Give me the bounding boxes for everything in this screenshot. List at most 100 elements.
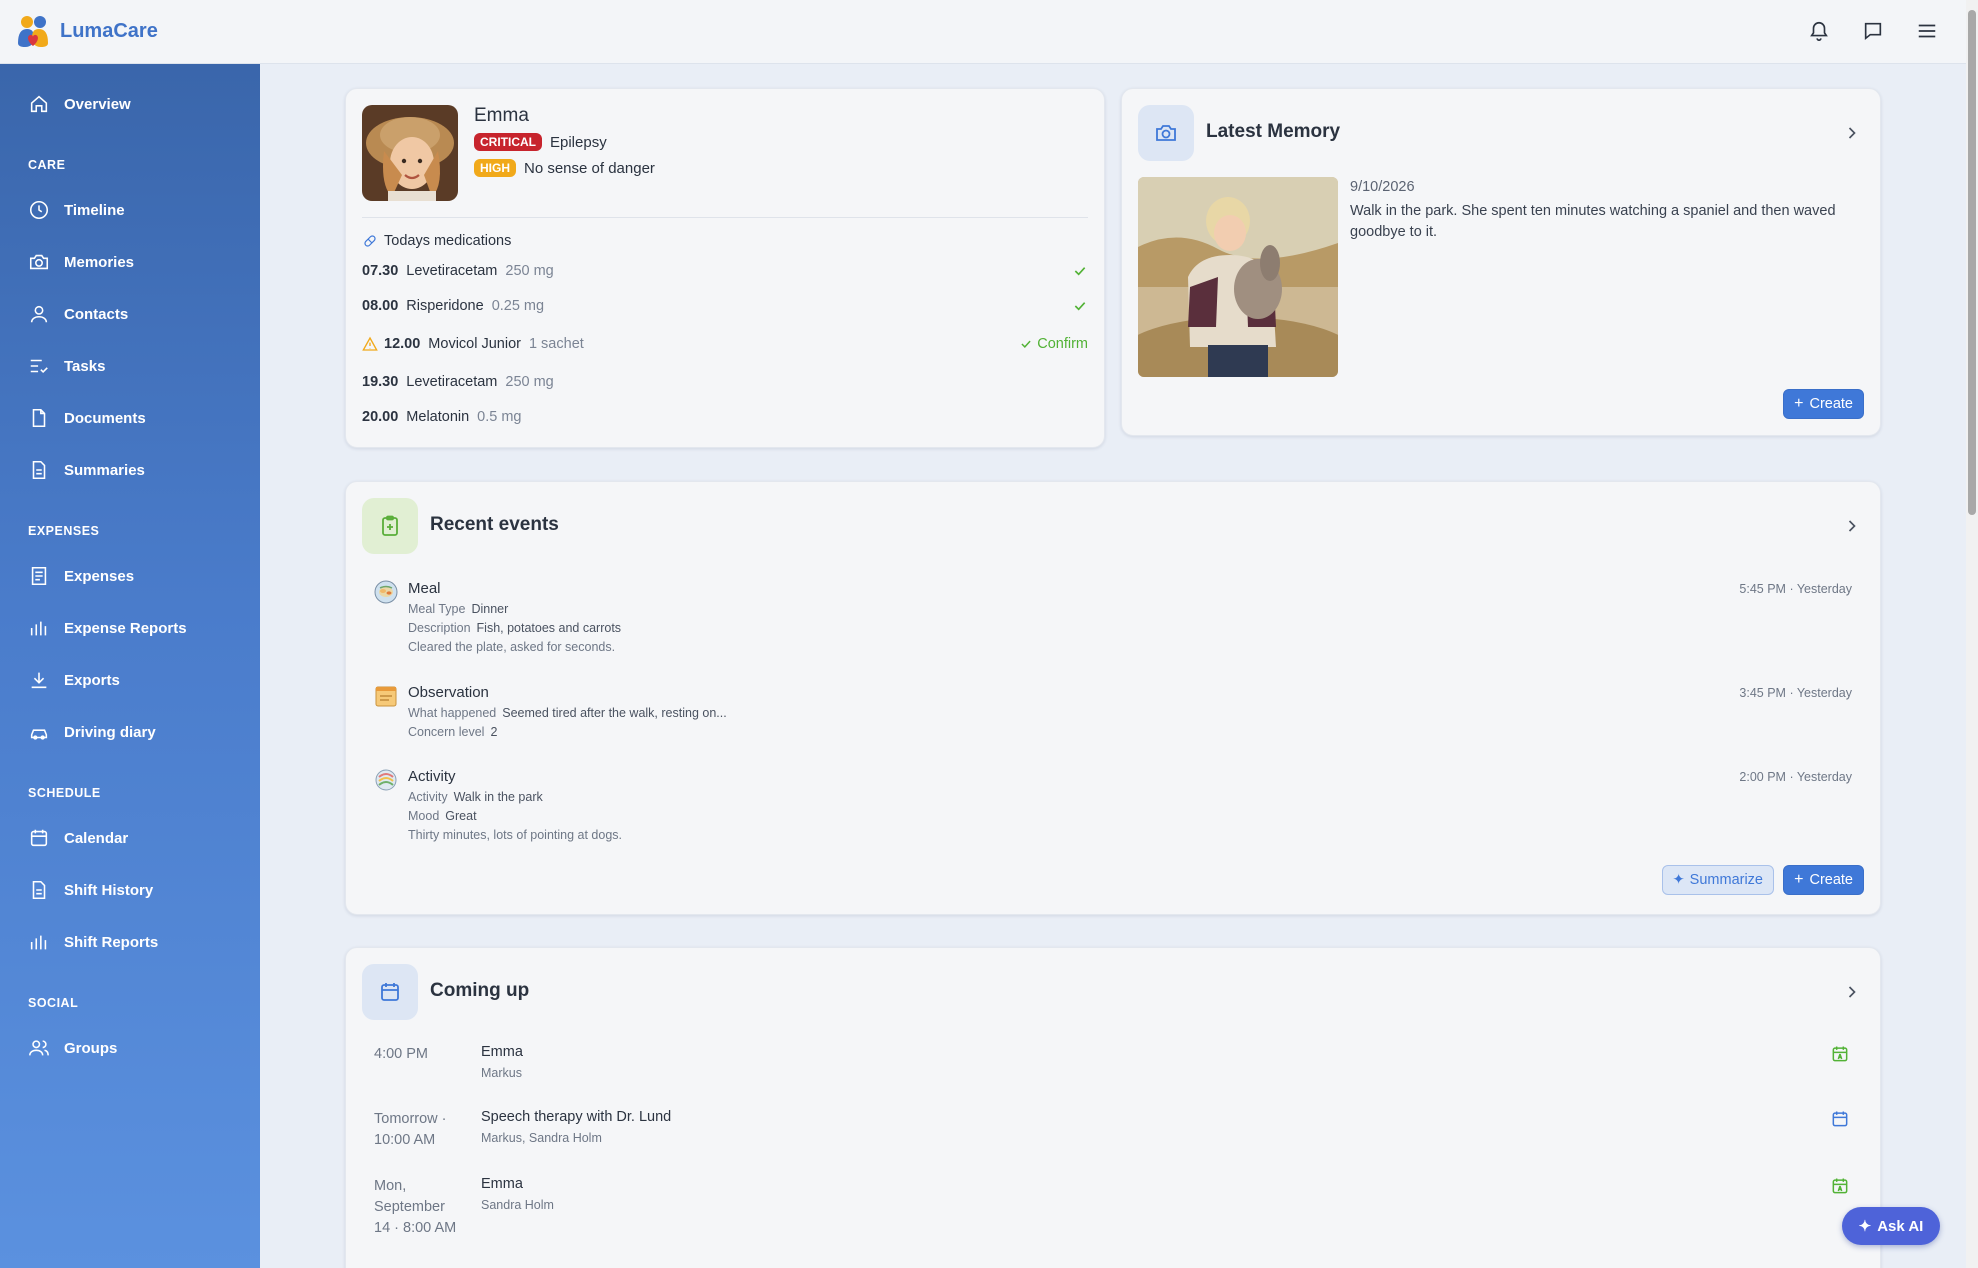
sidebar-item-label: Contacts: [64, 305, 129, 323]
med-dose: 1 sachet: [528, 336, 584, 352]
field-value: Dinner: [471, 602, 509, 616]
medication-row: 07.30 Levetiracetam 250 mg: [362, 260, 1088, 282]
med-dose: 0.25 mg: [491, 298, 545, 314]
upcoming-attendees: Markus, Sandra Holm: [481, 1131, 602, 1145]
upcoming-title[interactable]: Emma: [481, 1044, 523, 1060]
bell-icon[interactable]: [1804, 16, 1834, 46]
event-field: Concern level 2: [408, 725, 497, 739]
create-label: Create: [1809, 872, 1853, 888]
medications-header: Todays medications: [362, 233, 511, 249]
sidebar-item-exports[interactable]: Exports: [28, 662, 120, 698]
memory-date: 9/10/2026: [1350, 179, 1415, 195]
person-icon: [30, 305, 48, 323]
meal-icon: [374, 580, 398, 604]
sidebar-item-expenses[interactable]: Expenses: [28, 558, 134, 594]
med-dose: 0.5 mg: [477, 409, 522, 425]
document-icon: [32, 880, 46, 900]
field-value: Fish, potatoes and carrots: [476, 621, 622, 635]
med-time: 12.00: [384, 336, 421, 352]
scrollbar-thumb[interactable]: [1968, 10, 1976, 515]
sidebar-item-groups[interactable]: Groups: [28, 1030, 117, 1066]
summary-icon: [32, 460, 46, 480]
car-icon: [30, 729, 48, 740]
condition-critical: CRITICAL Epilepsy: [474, 133, 607, 151]
field-label: What happened: [408, 706, 497, 720]
chat-icon[interactable]: [1858, 16, 1888, 46]
sidebar-item-summaries[interactable]: Summaries: [28, 452, 145, 488]
ask-ai-button[interactable]: ✦ Ask AI: [1842, 1207, 1940, 1245]
sidebar-item-driving-diary[interactable]: Driving diary: [28, 714, 156, 750]
sidebar-item-shift-reports[interactable]: Shift Reports: [28, 924, 158, 960]
camera-icon: [29, 254, 49, 270]
calendar-icon: [30, 829, 48, 847]
create-memory-button[interactable]: + Create: [1783, 389, 1864, 419]
event-title[interactable]: Meal: [408, 580, 441, 597]
event-field: Activity Walk in the park: [408, 790, 543, 804]
summarize-label: Summarize: [1689, 872, 1763, 888]
medication-row: 20.00 Melatonin 0.5 mg: [362, 406, 1088, 428]
brand[interactable]: LumaCare: [14, 13, 158, 51]
sidebar-item-tasks[interactable]: Tasks: [28, 348, 105, 384]
section-social: SOCIAL: [28, 996, 79, 1010]
medication-row: 08.00 Risperidone 0.25 mg: [362, 295, 1088, 317]
sidebar-item-contacts[interactable]: Contacts: [28, 296, 128, 332]
receipt-icon: [31, 566, 47, 586]
shift-calendar-icon[interactable]: [1830, 1044, 1850, 1064]
activity-icon: [374, 768, 398, 792]
create-event-button[interactable]: + Create: [1783, 865, 1864, 895]
sidebar-item-label: Memories: [64, 253, 135, 271]
sidebar-item-label: Driving diary: [64, 723, 156, 741]
medication-row: 19.30 Levetiracetam 250 mg: [362, 371, 1088, 393]
clipboard-plus-icon: [362, 498, 418, 554]
sidebar-item-memories[interactable]: Memories: [28, 244, 134, 280]
page-scrollbar[interactable]: [1966, 0, 1978, 1268]
sidebar-item-timeline[interactable]: Timeline: [28, 192, 125, 228]
upcoming-title[interactable]: Speech therapy with Dr. Lund: [481, 1109, 671, 1125]
sidebar: Overview CARE Timeline Memories Contacts…: [0, 64, 260, 1268]
document-icon: [32, 408, 46, 428]
menu-icon[interactable]: [1912, 16, 1942, 46]
event-title[interactable]: Activity: [408, 768, 456, 785]
event-field: Description Fish, potatoes and carrots: [408, 621, 621, 635]
home-icon: [30, 95, 48, 113]
section-care: CARE: [28, 158, 66, 172]
pill-icon: [364, 235, 376, 247]
field-value: Walk in the park: [453, 790, 543, 804]
upcoming-title[interactable]: Emma: [481, 1176, 523, 1192]
sparkle-icon: ✦: [1858, 1218, 1872, 1235]
check-icon: [1072, 298, 1088, 314]
memory-photo[interactable]: [1138, 177, 1338, 377]
sidebar-item-label: Groups: [64, 1039, 118, 1057]
chevron-right-icon[interactable]: [1842, 982, 1862, 1002]
sidebar-item-expense-reports[interactable]: Expense Reports: [28, 610, 187, 646]
sidebar-item-label: Tasks: [64, 357, 106, 375]
event-title[interactable]: Observation: [408, 684, 489, 701]
confirm-button[interactable]: Confirm: [1019, 336, 1088, 352]
avatar[interactable]: [362, 105, 458, 201]
upcoming-attendees: Markus: [481, 1066, 522, 1080]
field-label: Mood: [408, 809, 440, 823]
field-label: Concern level: [408, 725, 485, 739]
chevron-right-icon[interactable]: [1842, 123, 1862, 143]
shift-calendar-icon[interactable]: [1830, 1176, 1850, 1196]
med-name: Melatonin: [406, 409, 470, 425]
event-field: Mood Great: [408, 809, 477, 823]
event-note: Thirty minutes, lots of pointing at dogs…: [408, 828, 622, 842]
med-time: 20.00: [362, 409, 399, 425]
sidebar-item-label: Summaries: [64, 461, 145, 479]
summarize-button[interactable]: ✦ Summarize: [1661, 865, 1774, 895]
sparkle-icon: ✦: [1672, 872, 1685, 888]
coming-up-card: Coming up 4:00 PM Emma Markus Tomorrow ·…: [345, 947, 1881, 1268]
patient-name: Emma: [474, 105, 529, 126]
sidebar-item-shift-history[interactable]: Shift History: [28, 872, 153, 908]
recent-events-card: Recent events Meal 5:45 PM · Yesterday M…: [345, 481, 1881, 915]
section-expenses: EXPENSES: [28, 524, 100, 538]
sidebar-item-overview[interactable]: Overview: [28, 86, 131, 122]
calendar-icon: [362, 964, 418, 1020]
lumacare-logo-icon: [14, 13, 52, 51]
sidebar-item-documents[interactable]: Documents: [28, 400, 146, 436]
chevron-right-icon[interactable]: [1842, 516, 1862, 536]
sidebar-item-calendar[interactable]: Calendar: [28, 820, 128, 856]
condition-label: Epilepsy: [550, 133, 607, 151]
calendar-icon[interactable]: [1830, 1109, 1850, 1129]
